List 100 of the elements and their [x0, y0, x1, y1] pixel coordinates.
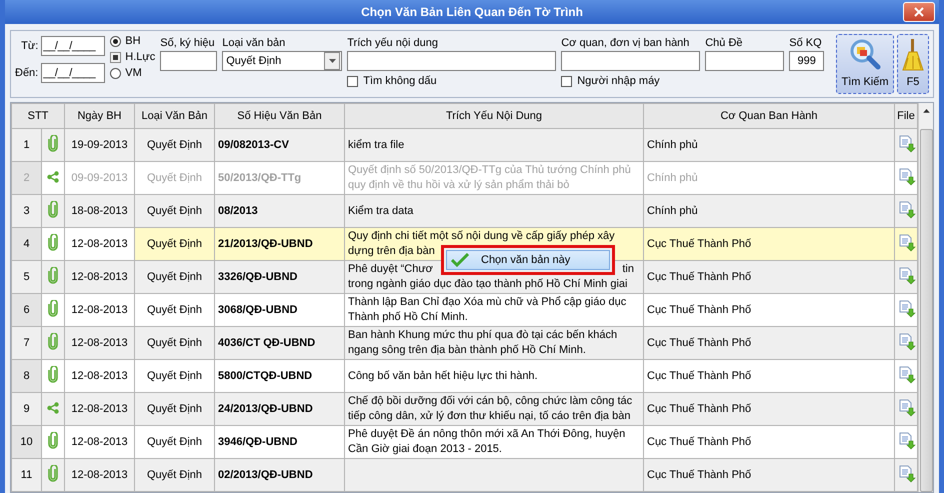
table-cell: Chính phủ [644, 128, 894, 162]
summary-text: ngang sông trên địa bàn thành phố Hồ Chí Minh. [348, 344, 586, 357]
file-download-icon[interactable] [898, 300, 916, 318]
column-header: Số Hiệu Văn Bản [214, 104, 344, 128]
column-header: Trích Yếu Nội Dung [344, 104, 644, 128]
table-cell: 3326/QĐ-UBND [214, 260, 344, 294]
input-field[interactable] [705, 51, 784, 71]
summary-text: Công bố văn bản hết hiệu lực thi hành. [348, 370, 538, 382]
scroll-up-icon[interactable] [922, 109, 930, 113]
summary-text: Phê duyệt Đề án nông thôn mới xã An Thới Đông, huyện [348, 428, 626, 441]
table-cell: Cục Thuế Thành Phố [644, 458, 894, 492]
file-download-icon[interactable] [898, 432, 916, 450]
search-button[interactable]: Tìm Kiếm [836, 34, 894, 94]
field-label: Trích yếu nội dung [347, 37, 439, 49]
paperclip-icon [48, 234, 58, 251]
file-download-icon[interactable] [898, 234, 916, 252]
field-label: Số KQ [789, 37, 823, 49]
date-label: Từ: [21, 40, 38, 52]
column-header: File [894, 104, 918, 128]
input-field[interactable] [347, 51, 556, 71]
row-number: 9 [12, 392, 42, 426]
row-number: 6 [12, 294, 42, 326]
table-cell: Chính phủ [644, 194, 894, 228]
row-number: 1 [12, 128, 42, 162]
radio-button[interactable] [110, 36, 122, 46]
summary-text: Kiểm tra data [348, 204, 414, 218]
row-number: 11 [12, 458, 42, 492]
table-cell: Cục Thuế Thành Phố [644, 228, 894, 260]
table-cell: Quyết Định [134, 392, 214, 426]
table-cell: Cục Thuế Thành Phố [644, 326, 894, 360]
table-cell: Cục Thuế Thành Phố [644, 392, 894, 426]
broom-icon [902, 38, 924, 72]
date-field[interactable]: __/__/____ [41, 63, 106, 83]
summary-text: Quy định chi tiết một số nội dung về cấp giấy phép xây [348, 230, 615, 243]
row-number: 2 [12, 162, 42, 194]
summary-text: Quyết định số 50/2013/QĐ-TTg của Thủ tướng Chính phủ [348, 164, 631, 177]
table-cell: 12-08-2013 [64, 326, 134, 360]
share-icon [47, 170, 59, 182]
summary-text: Ban hành Khung mức thu phí qua đò tại các bến khách [348, 329, 618, 342]
field-label: Số, ký hiệu [160, 37, 216, 49]
table-cell: 12-08-2013 [64, 392, 134, 426]
close-button[interactable] [903, 2, 935, 22]
table-cell: Quyết Định [134, 228, 214, 260]
date-field[interactable]: __/__/____ [41, 36, 106, 56]
radio-button[interactable] [110, 68, 122, 78]
table-cell: 4036/CT QĐ-UBND [214, 326, 344, 360]
option-checkbox[interactable] [110, 52, 122, 62]
file-download-icon[interactable] [898, 464, 916, 482]
table-cell: 18-08-2013 [64, 194, 134, 228]
share-icon [47, 402, 59, 414]
window-title: Chọn Văn Bản Liên Quan Đến Tờ Trình [361, 5, 583, 19]
check-icon [451, 253, 469, 267]
file-download-icon[interactable] [898, 398, 916, 416]
paperclip-icon [48, 267, 58, 284]
table-cell: Cục Thuế Thành Phố [644, 260, 894, 294]
scrollbar-thumb[interactable] [920, 128, 932, 492]
paperclip-icon [48, 366, 58, 383]
paperclip-icon [48, 300, 58, 317]
column-header: STT [12, 104, 64, 128]
input-field[interactable]: 999 [789, 51, 824, 71]
file-download-icon[interactable] [898, 332, 916, 350]
table-cell: 02/2013/QĐ-UBND [214, 458, 344, 492]
field-label: Chủ Đề [705, 37, 744, 49]
caret-icon [328, 59, 336, 63]
refresh-button[interactable]: F5 [897, 34, 929, 94]
table-cell: 12-08-2013 [64, 260, 134, 294]
checkbox[interactable] [561, 76, 572, 86]
file-download-icon[interactable] [898, 134, 916, 152]
file-download-icon[interactable] [898, 168, 916, 186]
summary-text: Thành lập Ban Chỉ đạo Xóa mù chữ và Phổ cập giáo dục [348, 296, 626, 309]
paperclip-icon [48, 201, 58, 218]
summary-text: Phê duyệt “Chươ [348, 263, 433, 276]
row-number: 5 [12, 260, 42, 294]
type-dropdown[interactable]: Quyết Định [222, 51, 342, 71]
input-field[interactable] [160, 51, 218, 71]
column-header: Cơ Quan Ban Hành [644, 104, 894, 128]
paperclip-icon [48, 465, 58, 482]
option-label: H.Lực [125, 51, 156, 63]
option-label: VM [125, 67, 142, 79]
column-header: Ngày BH [64, 104, 134, 128]
file-download-icon[interactable] [898, 266, 916, 284]
summary-text: tin [622, 263, 634, 276]
input-field[interactable] [561, 51, 700, 71]
field-label: Loại văn bản [222, 37, 286, 49]
summary-text: quy định về thu hồi và xử lý sản phẩm thải bỏ [348, 179, 570, 192]
file-download-icon[interactable] [898, 366, 916, 384]
option-label: BH [125, 35, 141, 47]
row-number: 10 [12, 426, 42, 458]
column-header: Loại Văn Bản [134, 104, 214, 128]
table-cell: Quyết Định [134, 194, 214, 228]
checkbox-label: Tìm không dấu [363, 75, 437, 87]
checkbox[interactable] [347, 76, 358, 86]
summary-text: Cần Giờ giai đoạn 2013 - 2015. [348, 443, 502, 456]
paperclip-icon [48, 432, 58, 449]
summary-text: trong ngành giáo dục đào tạo thành phố Hồ Chí Minh giai [348, 278, 628, 291]
menu-item[interactable]: Chọn văn bản này [446, 250, 610, 270]
paperclip-icon [48, 135, 58, 152]
row-number: 8 [12, 360, 42, 392]
file-download-icon[interactable] [898, 200, 916, 218]
search-icon [849, 38, 881, 70]
